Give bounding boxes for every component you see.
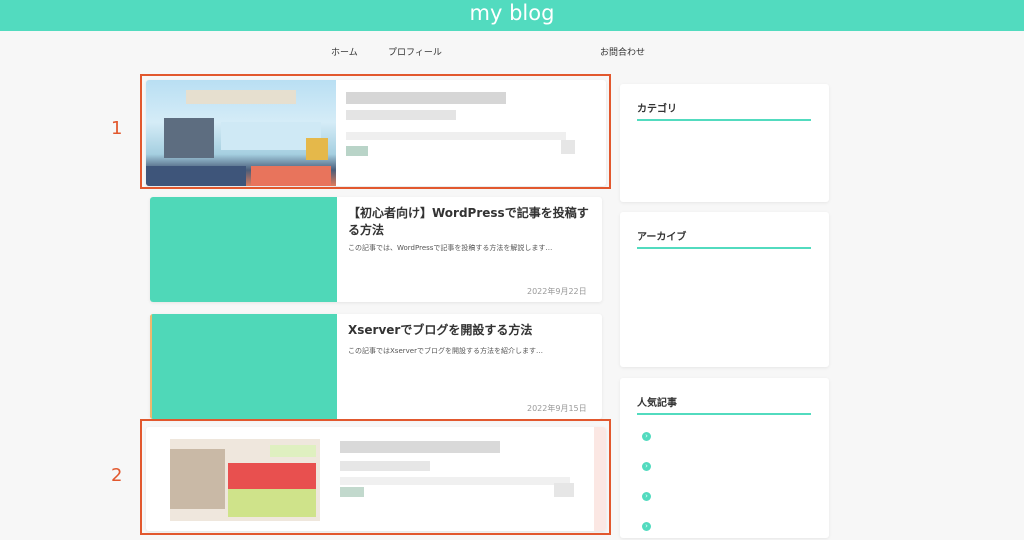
post-excerpt: この記事ではXserverでブログを開設する方法を紹介します…	[348, 347, 543, 355]
widget-title: カテゴリ	[637, 104, 677, 115]
post-title[interactable]: Xserverでブログを開設する方法	[348, 322, 593, 339]
widget-title: 人気記事	[637, 398, 677, 409]
post-date: 2022年9月22日	[527, 287, 587, 296]
post-date: 2022年9月15日	[527, 404, 587, 413]
annotation-number-1: 1	[111, 118, 123, 139]
nav-item-profile[interactable]: プロフィール	[388, 47, 442, 59]
post-title[interactable]: 【初心者向け】WordPressで記事を投稿する方法	[348, 205, 593, 239]
widget-title: アーカイブ	[637, 232, 687, 243]
category-widget: カテゴリ	[620, 84, 829, 202]
post-card-wordpress[interactable]: 【初心者向け】WordPressで記事を投稿する方法 この記事では、WordPr…	[150, 197, 602, 302]
site-header: my blog	[0, 0, 1024, 31]
post-thumbnail[interactable]	[150, 197, 337, 302]
post-thumbnail[interactable]	[150, 314, 337, 419]
annotation-box-1	[140, 74, 611, 189]
archive-widget: アーカイブ	[620, 212, 829, 367]
widget-divider	[637, 119, 811, 121]
nav-item-home[interactable]: ホーム	[331, 47, 358, 59]
post-card-xserver[interactable]: Xserverでブログを開設する方法 この記事ではXserverでブログを開設す…	[150, 314, 602, 419]
chevron-right-icon[interactable]: ›	[642, 492, 651, 501]
nav-item-contact[interactable]: お問合わせ	[600, 47, 645, 59]
post-excerpt: この記事では、WordPressで記事を投稿する方法を解説します…	[348, 244, 553, 252]
widget-divider	[637, 413, 811, 415]
site-title[interactable]: my blog	[0, 0, 1024, 27]
annotation-number-2: 2	[111, 465, 123, 486]
annotation-box-2	[140, 419, 611, 535]
chevron-right-icon[interactable]: ›	[642, 432, 651, 441]
widget-divider	[637, 247, 811, 249]
popular-posts-widget: 人気記事 › › › ›	[620, 378, 829, 538]
chevron-right-icon[interactable]: ›	[642, 462, 651, 471]
chevron-right-icon[interactable]: ›	[642, 522, 651, 531]
